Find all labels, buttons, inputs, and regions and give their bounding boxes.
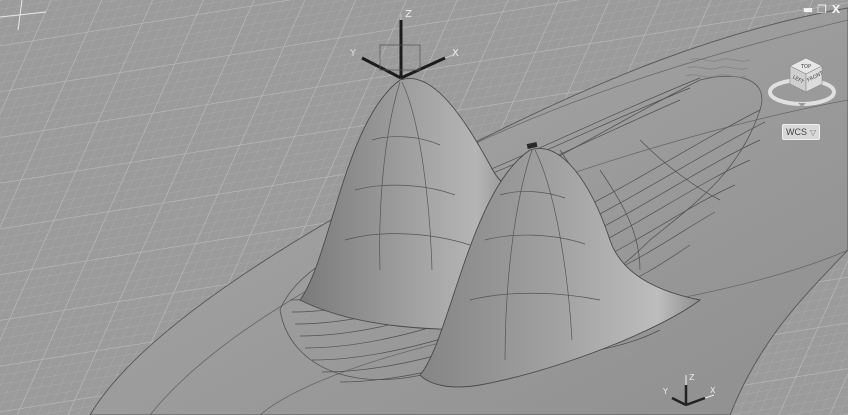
minimize-icon[interactable]: ▬ [802, 4, 814, 16]
chevron-down-icon: ▽ [810, 127, 817, 137]
model-viewport[interactable]: Z X Y Z X Y ▬ ❐ X TOP LEFT FRONT WCS ▽ [0, 0, 848, 415]
wcs-menu[interactable]: WCS ▽ [782, 124, 821, 140]
ucs-icon-y: Y [662, 387, 668, 396]
gizmo-x-label: X [452, 48, 459, 59]
viewport-window-controls: ▬ ❐ X [802, 4, 842, 16]
close-icon[interactable]: X [830, 4, 842, 16]
gizmo-z-label: Z [405, 9, 412, 20]
3d-scene[interactable]: Z X Y Z X Y [0, 0, 848, 415]
ucs-icon-x: X [710, 386, 716, 395]
viewcube[interactable]: TOP LEFT FRONT [764, 48, 840, 118]
restore-icon[interactable]: ❐ [816, 4, 828, 16]
gizmo-y-label: Y [349, 48, 357, 59]
wcs-label: WCS [786, 127, 807, 137]
ucs-icon-z: Z [689, 373, 695, 382]
viewcube-top-label: TOP [800, 64, 811, 70]
